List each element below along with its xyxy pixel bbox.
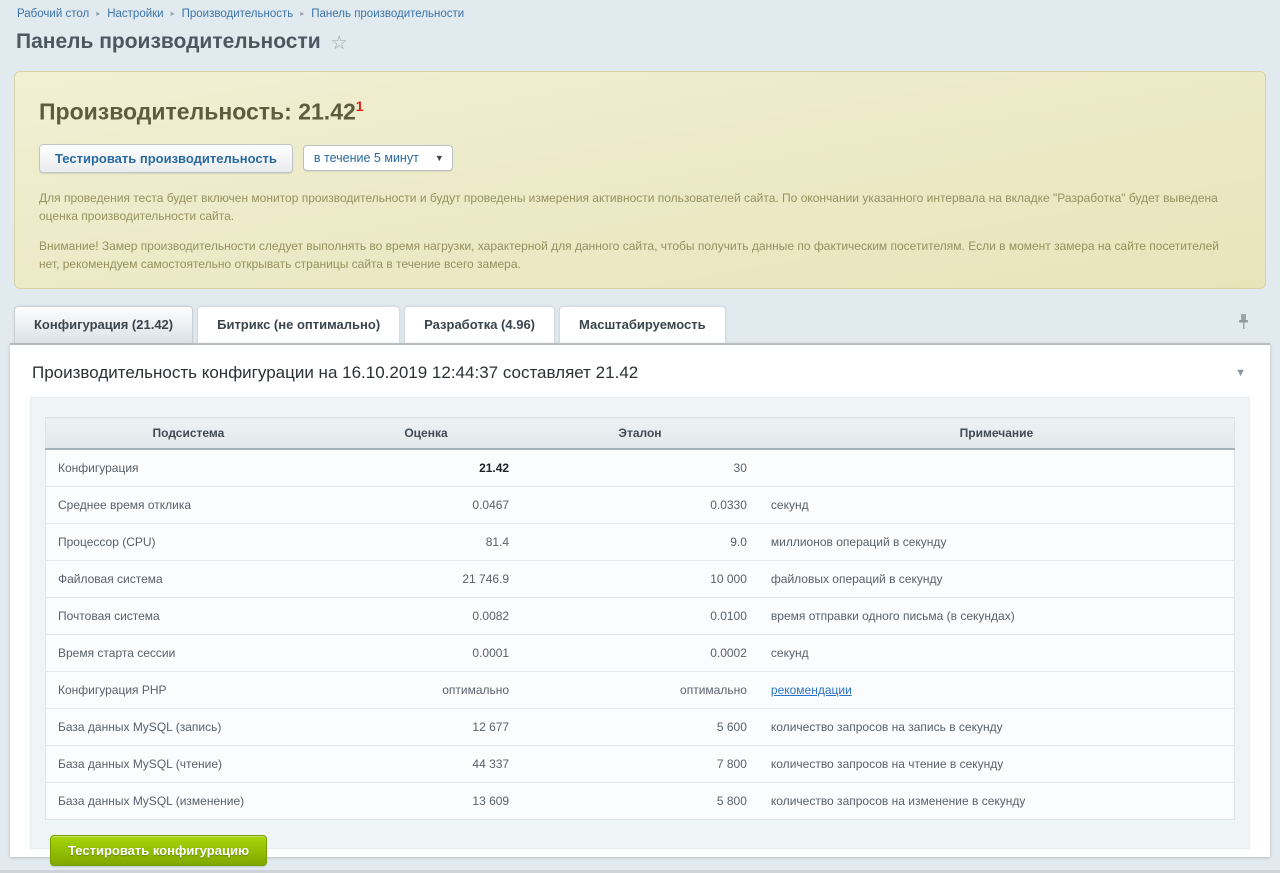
tab-inactive[interactable]: Масштабируемость — [559, 306, 726, 343]
breadcrumb-item[interactable]: Рабочий стол — [17, 8, 89, 20]
cell-reference: 0.0100 — [521, 597, 759, 635]
pin-icon[interactable] — [1237, 313, 1250, 335]
breadcrumb-item[interactable]: Производительность — [182, 8, 294, 20]
cell-reference: 10 000 — [521, 560, 759, 598]
cell-note: количество запросов на изменение в секун… — [758, 782, 1235, 820]
table-header-row: Подсистема Оценка Эталон Примечание — [45, 417, 1235, 450]
cell-note — [759, 449, 1235, 487]
tab-inactive[interactable]: Битрикс (не оптимально) — [197, 306, 401, 343]
banner-paragraph-1: Для проведения теста будет включен монит… — [39, 190, 1218, 224]
column-header-note: Примечание — [758, 417, 1235, 450]
cell-subsystem: База данных MySQL (чтение) — [45, 745, 331, 783]
performance-table: Подсистема Оценка Эталон Примечание Конф… — [45, 417, 1235, 820]
tab-inactive[interactable]: Разработка (4.96) — [404, 306, 555, 343]
cell-note: время отправки одного письма (в секундах… — [758, 597, 1235, 635]
cell-note: секунд — [758, 634, 1235, 672]
column-header-subsystem: Подсистема — [45, 417, 331, 450]
cell-score: 21 746.9 — [330, 560, 522, 598]
footnote-marker: 1 — [355, 98, 364, 114]
cell-reference: 0.0002 — [521, 634, 759, 672]
breadcrumb: Рабочий стол ▸ Настройки ▸ Производительност… — [0, 0, 1280, 20]
tab-active[interactable]: Конфигурация (21.42) — [14, 306, 194, 343]
cell-note: рекомендации — [758, 671, 1235, 709]
table-row: Конфигурация PHP оптимально оптимально реко… — [45, 671, 1235, 709]
table-row: Конфигурация 21.42 30 — [46, 449, 1235, 487]
cell-note: секунд — [758, 486, 1235, 524]
cell-reference: 7 800 — [521, 745, 759, 783]
breadcrumb-item[interactable]: Настройки — [107, 8, 163, 20]
cell-score: оптимально — [330, 671, 522, 709]
page-title: Панель производительности — [16, 30, 321, 53]
performance-table-body: Конфигурация 21.42 30 Среднее время отклика… — [45, 449, 1235, 820]
cell-score: 0.0001 — [330, 634, 522, 672]
cell-reference: 9.0 — [521, 523, 759, 561]
cell-score: 0.0082 — [330, 597, 522, 635]
recommendations-link[interactable]: рекомендации — [771, 683, 852, 697]
cell-score: 44 337 — [330, 745, 522, 783]
table-row: База данных MySQL (чтение) 44 337 7 800 кол… — [45, 745, 1235, 783]
content-panel: Производительность конфигурации на 16.10… — [10, 343, 1270, 866]
cell-reference: 5 600 — [521, 708, 759, 746]
cell-subsystem: Время старта сессии — [45, 634, 331, 672]
cell-subsystem: Среднее время отклика — [45, 486, 331, 524]
test-performance-button[interactable]: Тестировать производительность — [39, 143, 293, 173]
performance-controls: Тестировать производительность в течение… — [39, 143, 1241, 173]
column-header-reference: Эталон — [521, 417, 759, 450]
cell-reference: 5 800 — [521, 782, 759, 820]
table-footer: Тестировать конфигурацию — [50, 835, 1235, 866]
section-title: Производительность конфигурации на 16.10… — [32, 363, 639, 382]
performance-score-heading: Производительность: 21.421 — [39, 98, 1241, 126]
page-title-row: Панель производительности ☆ — [0, 20, 1280, 54]
cell-subsystem: Конфигурация — [58, 461, 139, 475]
cell-subsystem: Процессор (CPU) — [45, 523, 331, 561]
cell-note: миллионов операций в секунду — [758, 523, 1235, 561]
cell-subsystem: База данных MySQL (запись) — [45, 708, 331, 746]
cell-subsystem: Конфигурация PHP — [45, 671, 331, 709]
cell-note: количество запросов на чтение в секунду — [758, 745, 1235, 783]
favorite-star-icon[interactable]: ☆ — [331, 34, 348, 53]
cell-subsystem: Файловая система — [45, 560, 331, 598]
cell-note: количество запросов на запись в секунду — [758, 708, 1235, 746]
test-configuration-button[interactable]: Тестировать конфигурацию — [50, 835, 268, 866]
cell-subsystem: Почтовая система — [45, 597, 331, 635]
interval-select-value: в течение 5 минут — [313, 151, 419, 166]
table-row: Среднее время отклика 0.0467 0.0330 секунд — [45, 486, 1235, 524]
chevron-down-icon: ▼ — [434, 153, 444, 164]
cell-note: файловых операций в секунду — [758, 560, 1235, 598]
cell-subsystem: База данных MySQL (изменение) — [45, 782, 331, 820]
breadcrumb-item[interactable]: Панель производительности — [311, 8, 464, 20]
column-header-score: Оценка — [330, 417, 522, 450]
table-row: Процессор (CPU) 81.4 9.0 миллионов операций… — [45, 523, 1235, 561]
table-row: База данных MySQL (изменение) 13 609 5 800… — [45, 782, 1235, 820]
cell-score: 13 609 — [330, 782, 522, 820]
cell-score: 12 677 — [330, 708, 522, 746]
banner-paragraph-2: Внимание! Замер производительности следу… — [39, 238, 1219, 272]
table-row: Время старта сессии 0.0001 0.0002 секунд — [45, 634, 1235, 672]
performance-banner: Производительность: 21.421 Тестировать п… — [14, 71, 1266, 289]
performance-score-label: Производительность: — [39, 98, 292, 125]
breadcrumb-separator-icon: ▸ — [300, 9, 305, 18]
cell-score: 81.4 — [330, 523, 522, 561]
table-row: Почтовая система 0.0082 0.0100 время отправ… — [45, 597, 1235, 635]
collapse-section-icon[interactable]: ▼ — [1235, 367, 1246, 379]
table-row: Файловая система 21 746.9 10 000 файловых о… — [45, 560, 1235, 598]
section-content: Подсистема Оценка Эталон Примечание Конф… — [30, 397, 1250, 866]
cell-reference: оптимально — [521, 671, 759, 709]
breadcrumb-separator-icon: ▸ — [170, 9, 175, 18]
cell-reference: 30 — [733, 461, 747, 475]
cell-score: 0.0467 — [330, 486, 522, 524]
section-header: Производительность конфигурации на 16.10… — [10, 345, 1270, 397]
table-row: База данных MySQL (запись) 12 677 5 600 кол… — [45, 708, 1235, 746]
cell-score: 21.42 — [479, 461, 510, 475]
tabs-bar: Конфигурация (21.42) Битрикс (не оптималь… — [14, 305, 1266, 343]
interval-select[interactable]: в течение 5 минут ▼ — [302, 145, 453, 172]
performance-score-value: 21.42 — [298, 98, 356, 125]
breadcrumb-separator-icon: ▸ — [96, 9, 101, 18]
cell-reference: 0.0330 — [521, 486, 759, 524]
